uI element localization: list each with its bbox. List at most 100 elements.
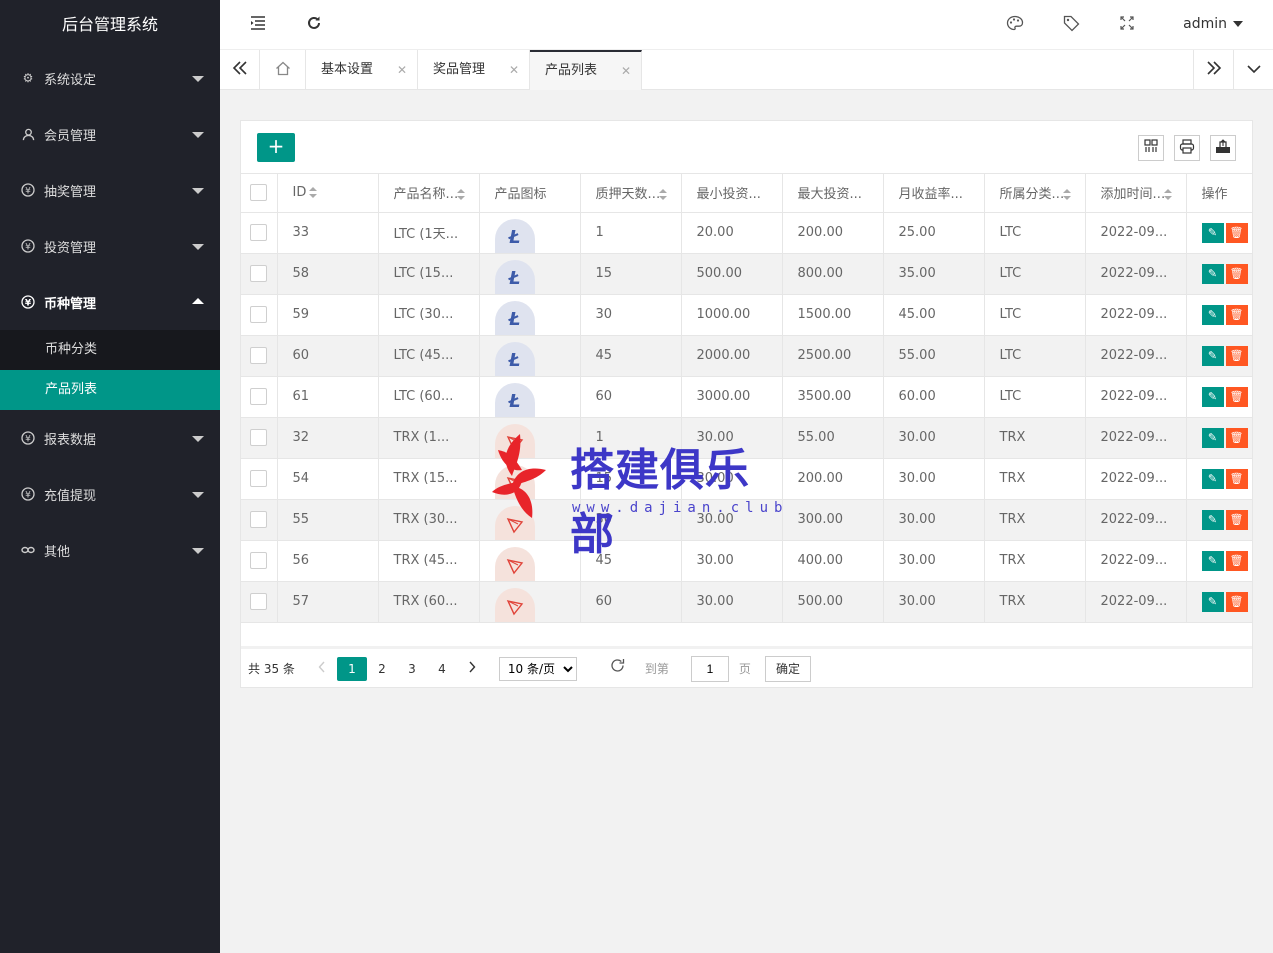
delete-button[interactable]: 🗑 (1225, 222, 1248, 243)
close-icon[interactable]: ✕ (621, 52, 631, 90)
tab-home[interactable] (260, 50, 306, 90)
row-checkbox[interactable] (250, 552, 268, 569)
close-icon[interactable]: ✕ (509, 50, 519, 90)
edit-button[interactable]: ✎ (1201, 263, 1224, 284)
fullscreen-button[interactable] (1114, 12, 1140, 38)
sidebar-item-currency[interactable]: ¥ 币种管理 (0, 274, 220, 330)
sidebar-item-label: 会员管理 (44, 128, 97, 144)
pencil-icon: ✎ (1207, 594, 1218, 608)
row-checkbox[interactable] (250, 306, 268, 323)
table-row: 58 LTC (15... Ł 15 500.00 800.00 35.00 LTC 2022-… (241, 253, 1252, 295)
prev-page-button[interactable] (307, 657, 337, 681)
col-header-days[interactable]: 质押天数.. (580, 174, 682, 213)
tab-scroll-left-button[interactable] (220, 50, 260, 90)
sidebar-item-members[interactable]: 会员管理 (0, 106, 220, 162)
page-4-button[interactable]: 4 (427, 657, 457, 681)
delete-button[interactable]: 🗑 (1225, 591, 1248, 612)
trx-coin-icon (494, 546, 535, 580)
delete-button[interactable]: 🗑 (1225, 468, 1248, 489)
delete-button[interactable]: 🗑 (1225, 386, 1248, 407)
tab-menu-button[interactable] (1233, 50, 1273, 90)
column-filter-button[interactable] (1138, 135, 1164, 161)
edit-button[interactable]: ✎ (1201, 427, 1224, 448)
delete-button[interactable]: 🗑 (1225, 345, 1248, 366)
pager-total: 共 35 条 (248, 662, 295, 676)
svg-text:¥: ¥ (25, 491, 31, 501)
refresh-page-button[interactable] (603, 657, 633, 681)
cell-cat: LTC (984, 335, 1086, 377)
edit-button[interactable]: ✎ (1201, 386, 1224, 407)
col-header-time[interactable]: 添加时间.. (1085, 174, 1187, 213)
sidebar-subitem-categories[interactable]: 币种分类 (0, 330, 220, 370)
col-header-name[interactable]: 产品名称.. (378, 174, 480, 213)
refresh-button[interactable] (301, 12, 327, 38)
close-icon[interactable]: ✕ (397, 50, 407, 90)
export-button[interactable] (1210, 135, 1236, 161)
cell-max: 400.00 (782, 540, 884, 582)
select-all-checkbox[interactable] (250, 184, 268, 202)
sidebar-item-reports[interactable]: ¥ 报表数据 (0, 410, 220, 466)
cell-rate: 55.00 (883, 335, 985, 377)
col-header-id[interactable]: ID (277, 174, 379, 213)
edit-button[interactable]: ✎ (1201, 304, 1224, 325)
chevron-down-icon (192, 492, 204, 498)
delete-button[interactable]: 🗑 (1225, 304, 1248, 325)
row-checkbox[interactable] (250, 265, 268, 282)
user-menu[interactable]: admin (1183, 16, 1243, 32)
cell-time: 2022-09... (1085, 417, 1187, 459)
row-checkbox[interactable] (250, 511, 268, 528)
sidebar-item-deposit-withdraw[interactable]: ¥ 充值提现 (0, 466, 220, 522)
edit-button[interactable]: ✎ (1201, 509, 1224, 530)
row-checkbox[interactable] (250, 593, 268, 610)
sidebar-item-label: 充值提现 (44, 488, 97, 504)
col-header-category[interactable]: 所属分类.. (984, 174, 1086, 213)
cell-name: LTC (60... (378, 376, 480, 418)
trx-coin-icon (494, 505, 535, 539)
edit-button[interactable]: ✎ (1201, 222, 1224, 243)
tab-product-list[interactable]: 产品列表 ✕ (530, 50, 642, 90)
next-page-button[interactable] (457, 657, 487, 681)
table-header-row: ID 产品名称.. 产品图标 质押天数.. 最小投资... 最大投资... 月收… (241, 174, 1252, 213)
sidebar-subitem-products[interactable]: 产品列表 (0, 370, 220, 410)
sidebar-item-label: 币种管理 (44, 296, 97, 312)
cell-name: LTC (1天... (378, 212, 480, 254)
tab-scroll-right-button[interactable] (1193, 50, 1233, 90)
delete-button[interactable]: 🗑 (1225, 550, 1248, 571)
menu-toggle-button[interactable] (245, 12, 271, 38)
edit-button[interactable]: ✎ (1201, 468, 1224, 489)
tag-button[interactable] (1058, 12, 1084, 38)
ltc-coin-icon: Ł (494, 382, 535, 416)
cell-time: 2022-09... (1085, 335, 1187, 377)
page-1-button[interactable]: 1 (336, 656, 367, 681)
delete-button[interactable]: 🗑 (1225, 509, 1248, 530)
cell-cat: LTC (984, 294, 1086, 336)
sidebar-item-other[interactable]: 其他 (0, 522, 220, 578)
row-checkbox[interactable] (250, 470, 268, 487)
delete-button[interactable]: 🗑 (1225, 263, 1248, 284)
add-product-button[interactable]: + (257, 133, 295, 162)
tab-prize-management[interactable]: 奖品管理 ✕ (418, 50, 530, 90)
print-button[interactable] (1174, 135, 1200, 161)
delete-button[interactable]: 🗑 (1225, 427, 1248, 448)
row-checkbox[interactable] (250, 347, 268, 364)
theme-button[interactable] (1002, 12, 1028, 38)
edit-button[interactable]: ✎ (1201, 591, 1224, 612)
page-3-button[interactable]: 3 (397, 657, 427, 681)
edit-button[interactable]: ✎ (1201, 345, 1224, 366)
sidebar-item-system[interactable]: ⚙ 系统设定 (0, 50, 220, 106)
yen-icon: ¥ (20, 486, 36, 502)
sort-icon[interactable] (309, 186, 318, 199)
sidebar-item-investment[interactable]: ¥ 投资管理 (0, 218, 220, 274)
row-checkbox[interactable] (250, 224, 268, 241)
page-size-select[interactable]: 10 条/页 (498, 656, 577, 681)
tab-basic-settings[interactable]: 基本设置 ✕ (306, 50, 418, 90)
row-checkbox[interactable] (250, 388, 268, 405)
cell-id: 33 (277, 212, 379, 254)
sidebar: 后台管理系统 ⚙ 系统设定 会员管理 ¥ 抽奖管理 ¥ 投资管理 ¥ 币种管理 … (0, 0, 220, 953)
page-2-button[interactable]: 2 (367, 657, 397, 681)
sidebar-item-lottery[interactable]: ¥ 抽奖管理 (0, 162, 220, 218)
row-checkbox[interactable] (250, 429, 268, 446)
goto-page-input[interactable] (690, 655, 729, 682)
edit-button[interactable]: ✎ (1201, 550, 1224, 571)
goto-confirm-button[interactable]: 确定 (764, 655, 811, 682)
